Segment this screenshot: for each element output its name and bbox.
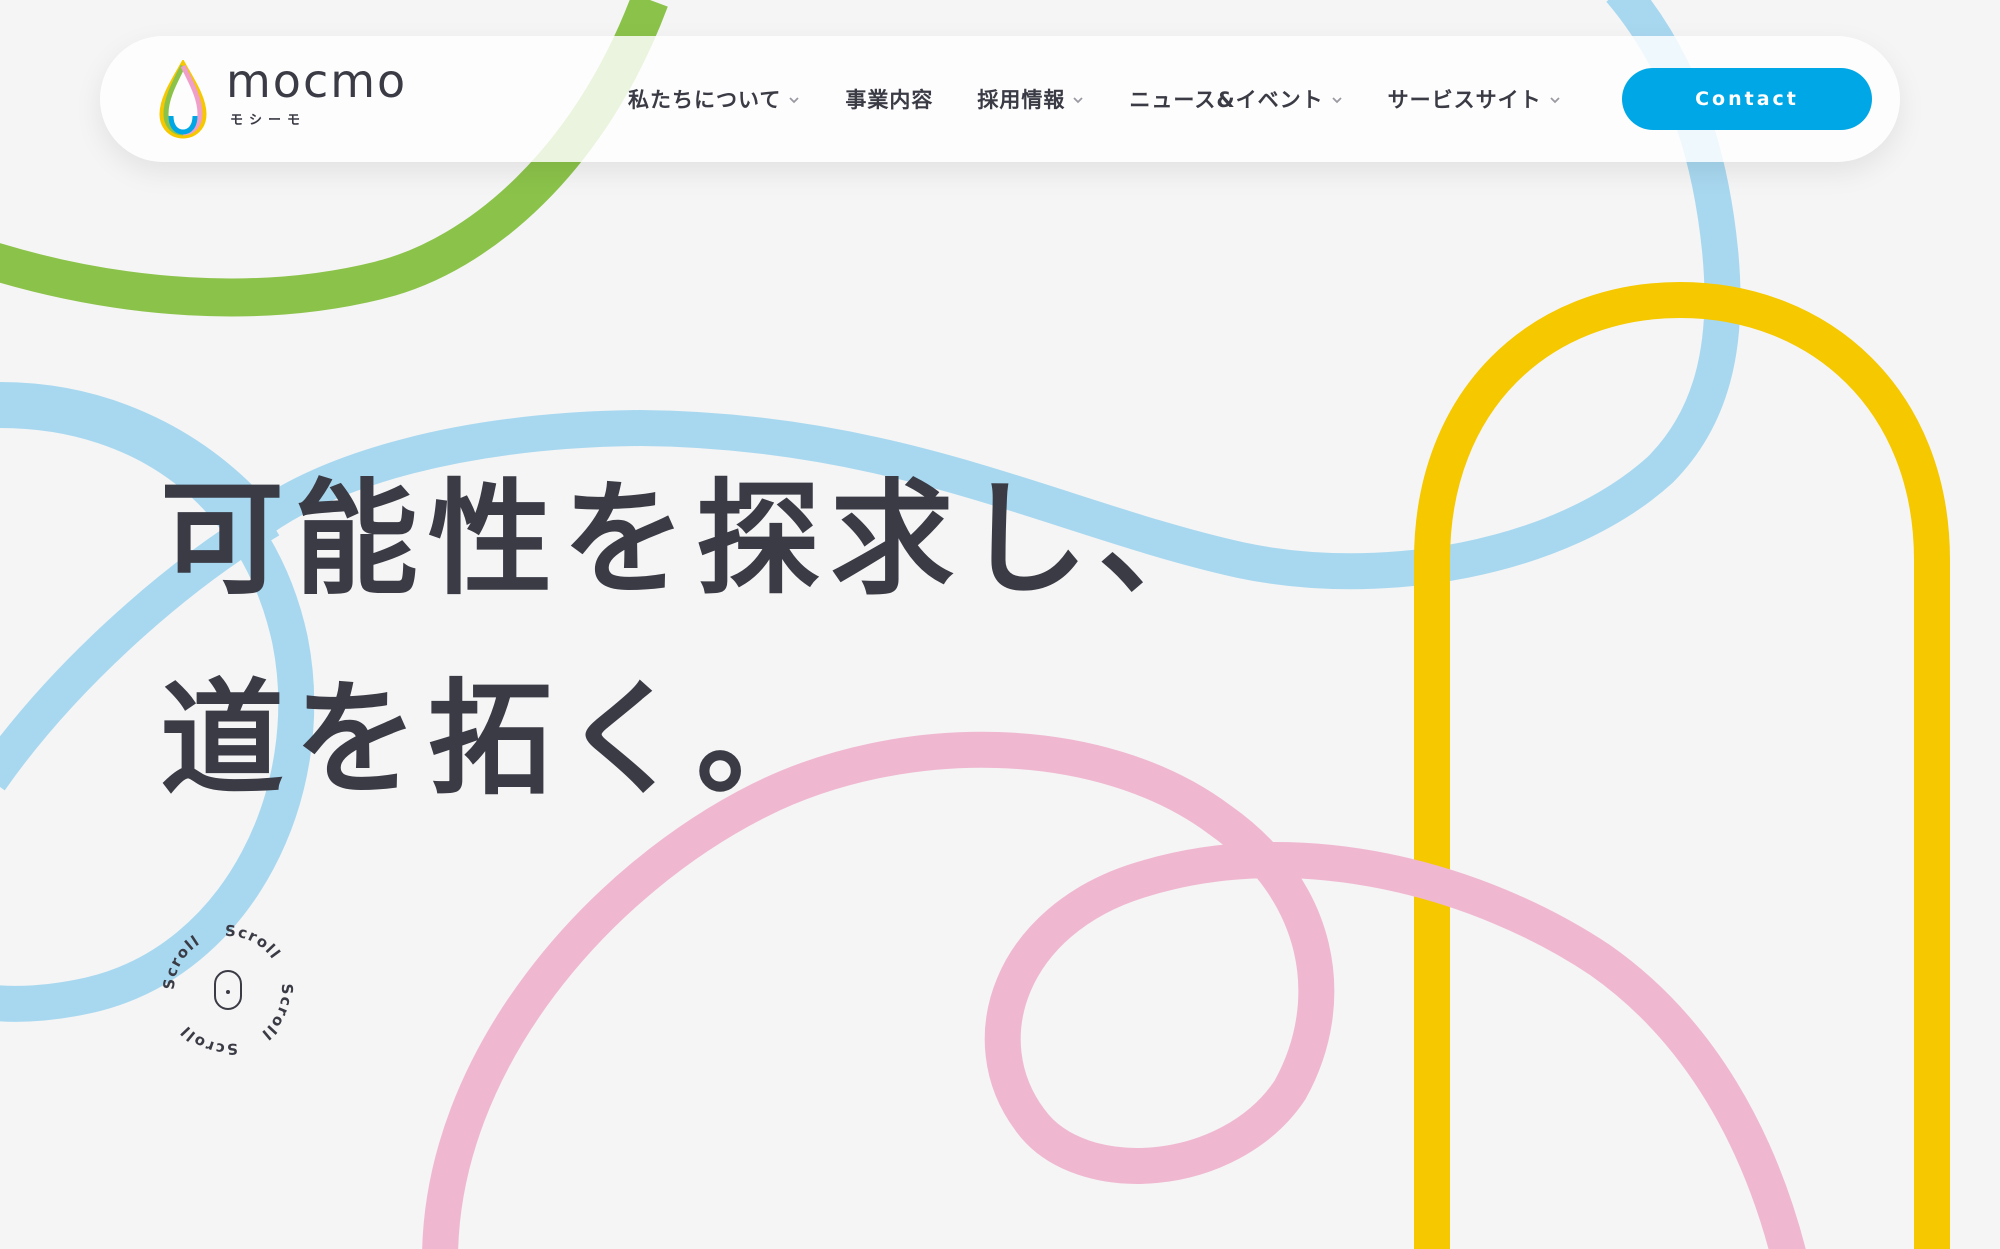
scroll-label-1: Scroll xyxy=(160,931,204,990)
nav-item-label: サービスサイト xyxy=(1387,88,1542,112)
hero-headline-line-1: 可能性を探求し、 xyxy=(160,468,1233,612)
scroll-indicator[interactable]: Scroll Scroll Scroll Scroll xyxy=(158,920,298,1060)
nav-item-business[interactable]: 事業内容 xyxy=(845,84,933,114)
hero-copy: 可能性を探求し、 道を拓く。 xyxy=(160,440,1232,840)
mouse-icon xyxy=(214,970,242,1010)
nav-item-service-site[interactable]: サービスサイト xyxy=(1388,84,1562,114)
nav-item-recruit[interactable]: 採用情報 xyxy=(977,84,1085,114)
logo-kana: モシーモ xyxy=(230,113,307,128)
chevron-down-icon xyxy=(1550,97,1560,104)
nav-item-about[interactable]: 私たちについて xyxy=(628,84,801,114)
page: mocmo モシーモ 私たちについて 事業内容 採用情報 ニュース&イベント サ… xyxy=(0,0,2000,1249)
nav-item-label: 事業内容 xyxy=(845,88,934,112)
scroll-label-3: Scroll xyxy=(258,984,296,1045)
contact-button[interactable]: Contact xyxy=(1622,68,1872,130)
scroll-label-2: Scroll xyxy=(225,922,285,963)
hero-headline-line-2: 道を拓く。 xyxy=(160,668,831,812)
logo-wordmark: mocmo xyxy=(226,54,408,108)
site-header: mocmo モシーモ 私たちについて 事業内容 採用情報 ニュース&イベント サ… xyxy=(100,36,1900,162)
scroll-label-4: Scroll xyxy=(176,1022,238,1058)
nav-item-label: 私たちについて xyxy=(628,88,782,112)
nav-item-news-events[interactable]: ニュース&イベント xyxy=(1129,84,1343,114)
chevron-down-icon xyxy=(1073,97,1084,104)
scroll-badge: Scroll Scroll Scroll Scroll xyxy=(160,922,296,1058)
nav-item-label: ニュース&イベント xyxy=(1129,88,1324,112)
nav-item-label: 採用情報 xyxy=(977,88,1066,112)
main-nav: 私たちについて 事業内容 採用情報 ニュース&イベント サービスサイト xyxy=(628,36,1606,162)
chevron-down-icon xyxy=(789,97,800,104)
water-drop-logo-icon xyxy=(159,60,207,139)
chevron-down-icon xyxy=(1332,97,1342,104)
logo[interactable]: mocmo モシーモ xyxy=(154,54,444,144)
